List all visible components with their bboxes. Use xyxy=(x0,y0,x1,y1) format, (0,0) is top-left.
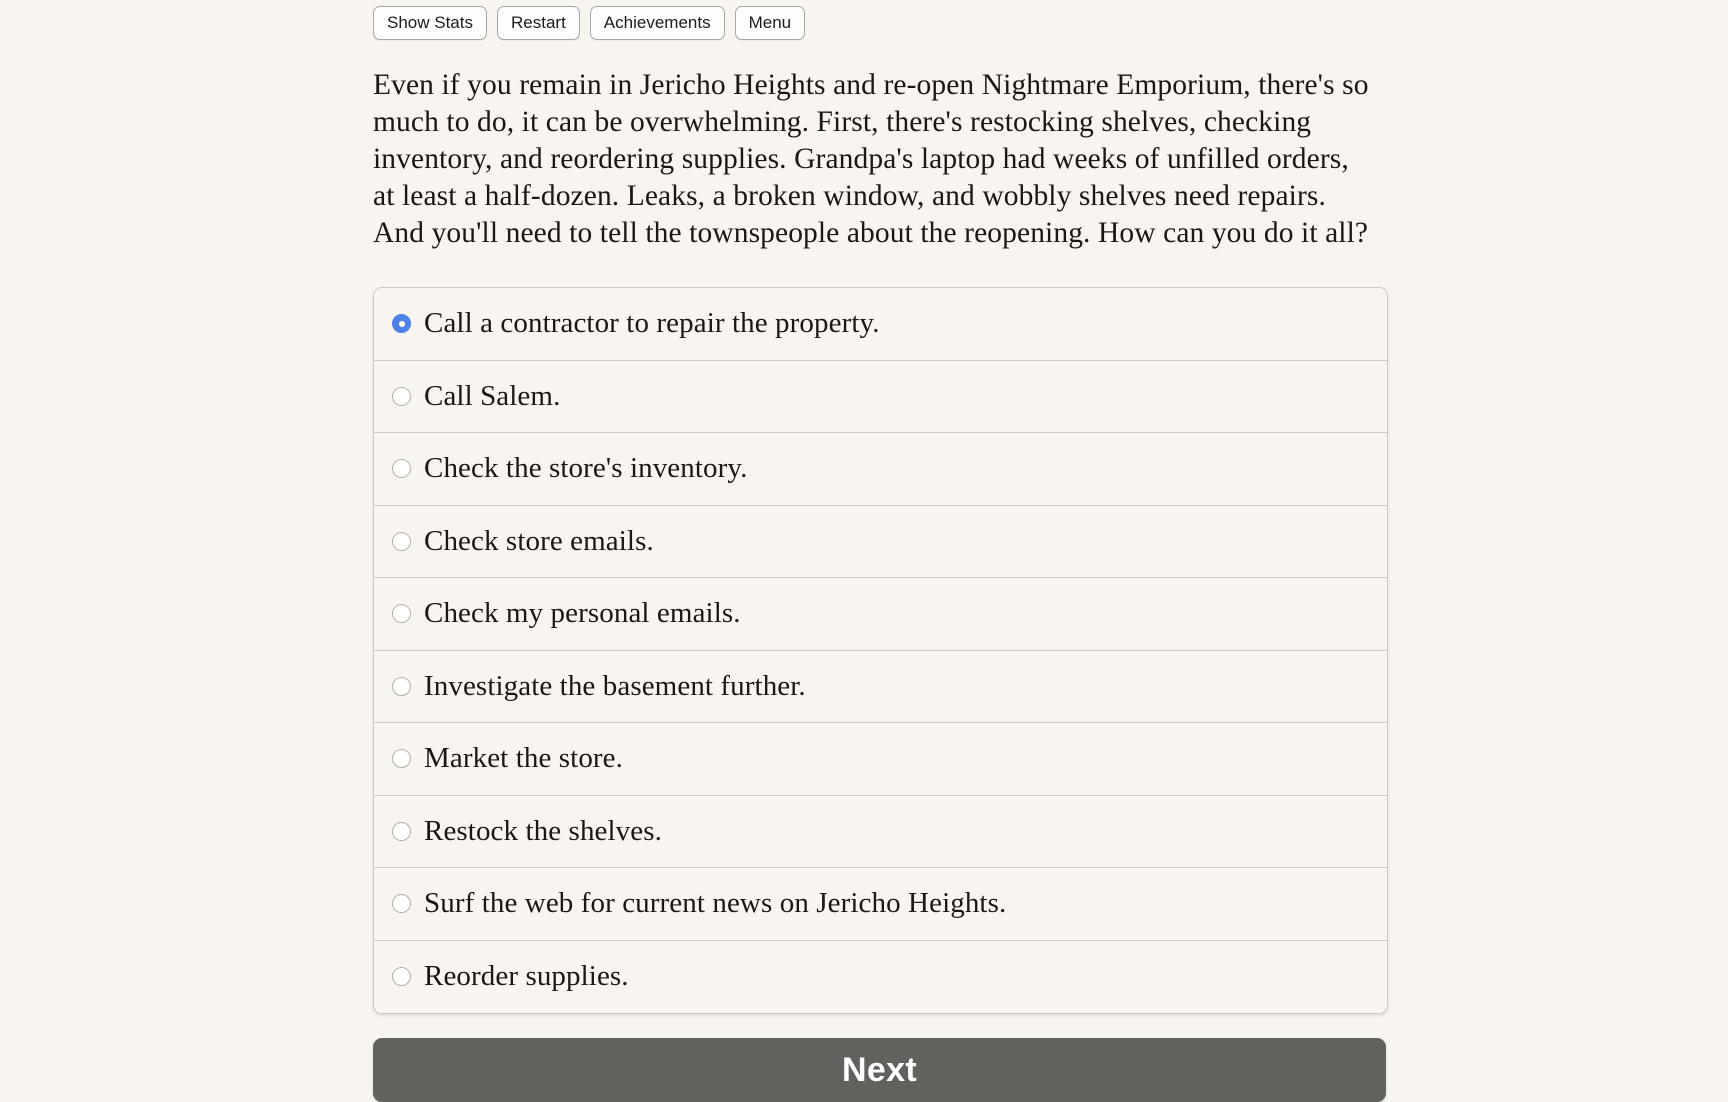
choice-option-1[interactable]: Call Salem. xyxy=(374,360,1387,433)
choice-option-5[interactable]: Investigate the basement further. xyxy=(374,650,1387,723)
choice-label: Restock the shelves. xyxy=(424,814,662,847)
radio-icon[interactable] xyxy=(392,386,411,406)
choice-label: Call Salem. xyxy=(424,379,561,412)
story-paragraph: Even if you remain in Jericho Heights an… xyxy=(373,69,1369,249)
next-button[interactable]: Next xyxy=(373,1038,1386,1102)
choice-option-8[interactable]: Surf the web for current news on Jericho… xyxy=(374,868,1387,941)
radio-icon[interactable] xyxy=(392,967,411,987)
game-page: Show Stats Restart Achievements Menu Eve… xyxy=(0,0,1728,1102)
radio-icon[interactable] xyxy=(392,459,411,479)
restart-button[interactable]: Restart xyxy=(497,6,580,40)
choice-option-0[interactable]: Call a contractor to repair the property… xyxy=(374,288,1387,361)
radio-icon[interactable] xyxy=(392,821,411,841)
choice-label: Surf the web for current news on Jericho… xyxy=(424,887,1007,920)
radio-icon[interactable] xyxy=(392,676,411,696)
choice-label: Check store emails. xyxy=(424,524,654,557)
choice-list: Call a contractor to repair the property… xyxy=(373,287,1388,1014)
achievements-button[interactable]: Achievements xyxy=(589,6,725,40)
choice-option-7[interactable]: Restock the shelves. xyxy=(374,795,1387,868)
choice-label: Check my personal emails. xyxy=(424,597,741,630)
choice-option-6[interactable]: Market the store. xyxy=(374,723,1387,796)
radio-icon[interactable] xyxy=(392,531,411,551)
choice-option-3[interactable]: Check store emails. xyxy=(374,505,1387,578)
choice-label: Reorder supplies. xyxy=(424,960,629,993)
choice-option-2[interactable]: Check the store's inventory. xyxy=(374,433,1387,506)
show-stats-button[interactable]: Show Stats xyxy=(373,6,487,40)
radio-icon-selected[interactable] xyxy=(392,314,411,334)
radio-icon[interactable] xyxy=(392,749,411,769)
radio-icon[interactable] xyxy=(392,894,411,914)
menu-button[interactable]: Menu xyxy=(734,6,806,40)
top-toolbar: Show Stats Restart Achievements Menu xyxy=(0,0,1728,40)
choice-option-4[interactable]: Check my personal emails. xyxy=(374,578,1387,651)
radio-icon[interactable] xyxy=(392,604,411,624)
choice-label: Check the store's inventory. xyxy=(424,452,748,485)
choice-label: Market the store. xyxy=(424,742,623,775)
choice-option-9[interactable]: Reorder supplies. xyxy=(374,940,1387,1013)
choice-label: Investigate the basement further. xyxy=(424,669,806,702)
choice-label: Call a contractor to repair the property… xyxy=(424,307,880,340)
